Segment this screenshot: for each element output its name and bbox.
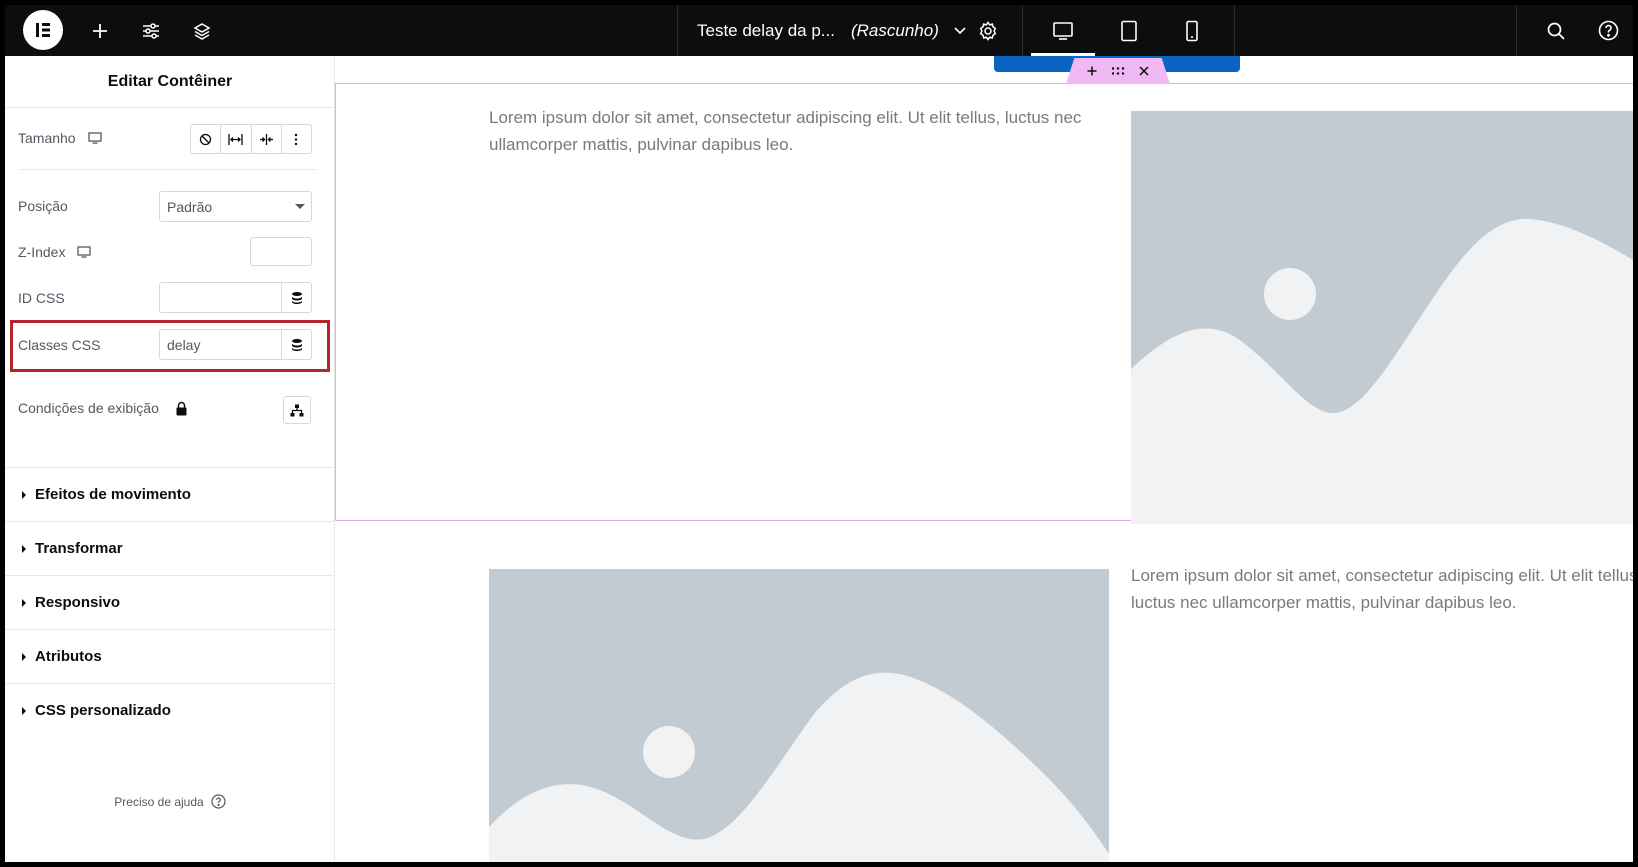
section-transformar[interactable]: Transformar <box>5 521 335 575</box>
top-bar: Teste delay da p... (Rascunho) <box>5 5 1633 56</box>
topbar-divider <box>677 5 678 56</box>
sliders-icon[interactable] <box>134 5 168 56</box>
elementor-logo-icon[interactable] <box>23 10 63 50</box>
topbar-divider <box>1234 5 1235 56</box>
plus-icon[interactable] <box>83 5 117 56</box>
tamanho-label: Tamanho <box>18 130 76 146</box>
document-status: (Rascunho) <box>850 20 939 40</box>
posicao-value: Padrão <box>167 198 213 215</box>
document-title-area[interactable]: Teste delay da p... (Rascunho) <box>697 5 967 56</box>
desktop-icon[interactable] <box>1041 5 1085 56</box>
image-placeholder[interactable] <box>1131 111 1633 524</box>
topbar-divider <box>1022 5 1023 56</box>
posicao-select[interactable]: Padrão <box>159 191 312 222</box>
container-handle <box>1066 58 1170 84</box>
size-button-group <box>190 124 312 154</box>
section-efeitos-de-movimento[interactable]: Efeitos de movimento <box>5 467 335 521</box>
help-icon[interactable] <box>1590 5 1626 56</box>
topbar-divider <box>1516 5 1517 56</box>
question-circle-icon <box>211 794 226 809</box>
no-size-icon[interactable] <box>191 125 222 153</box>
document-title: Teste delay da p... <box>697 20 835 40</box>
lock-icon <box>175 401 188 416</box>
monitor-icon[interactable] <box>77 246 92 258</box>
caret-right-icon <box>22 491 26 499</box>
preview-canvas: Lorem ipsum dolor sit amet, consectetur … <box>335 56 1633 862</box>
tamanho-control: Tamanho <box>18 128 102 148</box>
select-caret-icon <box>295 204 305 209</box>
dynamic-tags-icon[interactable] <box>282 282 312 313</box>
sitemap-icon[interactable] <box>283 396 311 424</box>
section-atributos[interactable]: Atributos <box>5 629 335 683</box>
condicoes-label: Condições de exibição <box>18 400 159 416</box>
caret-right-icon <box>22 707 26 715</box>
zindex-control: Z-Index <box>18 242 92 262</box>
idcss-label: ID CSS <box>18 290 65 306</box>
idcss-input[interactable] <box>159 282 282 313</box>
section-label: Efeitos de movimento <box>35 486 191 503</box>
section-label: Atributos <box>35 648 102 665</box>
app-frame: Teste delay da p... (Rascunho) Editar Co… <box>5 5 1633 862</box>
layers-icon[interactable] <box>185 5 219 56</box>
grow-icon[interactable] <box>221 125 252 153</box>
text-block[interactable]: Lorem ipsum dolor sit amet, consectetur … <box>489 104 1089 158</box>
caret-right-icon <box>22 545 26 553</box>
image-placeholder[interactable] <box>489 569 1109 862</box>
mobile-icon[interactable] <box>1170 5 1214 56</box>
highlight-box <box>10 320 330 372</box>
shrink-icon[interactable] <box>252 125 282 153</box>
zindex-label: Z-Index <box>18 244 66 260</box>
caret-right-icon <box>22 653 26 661</box>
condicoes-control: Condições de exibição <box>18 398 188 418</box>
add-icon[interactable] <box>1087 66 1097 76</box>
section-responsivo[interactable]: Responsivo <box>5 575 335 629</box>
divider <box>19 169 317 170</box>
section-css-personalizado[interactable]: CSS personalizado <box>5 683 335 737</box>
section-label: CSS personalizado <box>35 702 171 719</box>
text-block[interactable]: Lorem ipsum dolor sit amet, consectetur … <box>1131 562 1633 616</box>
help-link[interactable]: Preciso de ajuda <box>5 794 335 809</box>
close-icon[interactable] <box>1139 66 1149 76</box>
gear-icon[interactable] <box>971 5 1005 56</box>
panel-title: Editar Contêiner <box>5 56 335 108</box>
more-options-icon[interactable] <box>282 125 311 153</box>
zindex-input[interactable] <box>250 237 312 266</box>
editor-panel: Editar Contêiner Tamanho Posição Padrão … <box>5 56 335 862</box>
section-label: Responsivo <box>35 594 121 611</box>
monitor-icon[interactable] <box>87 132 102 144</box>
section-label: Transformar <box>35 540 123 557</box>
caret-right-icon <box>22 599 26 607</box>
drag-handle-icon[interactable] <box>1111 67 1125 75</box>
tablet-icon[interactable] <box>1107 5 1151 56</box>
chevron-down-icon[interactable] <box>953 26 967 36</box>
help-text: Preciso de ajuda <box>114 794 204 809</box>
search-icon[interactable] <box>1538 5 1574 56</box>
posicao-label: Posição <box>18 198 68 214</box>
